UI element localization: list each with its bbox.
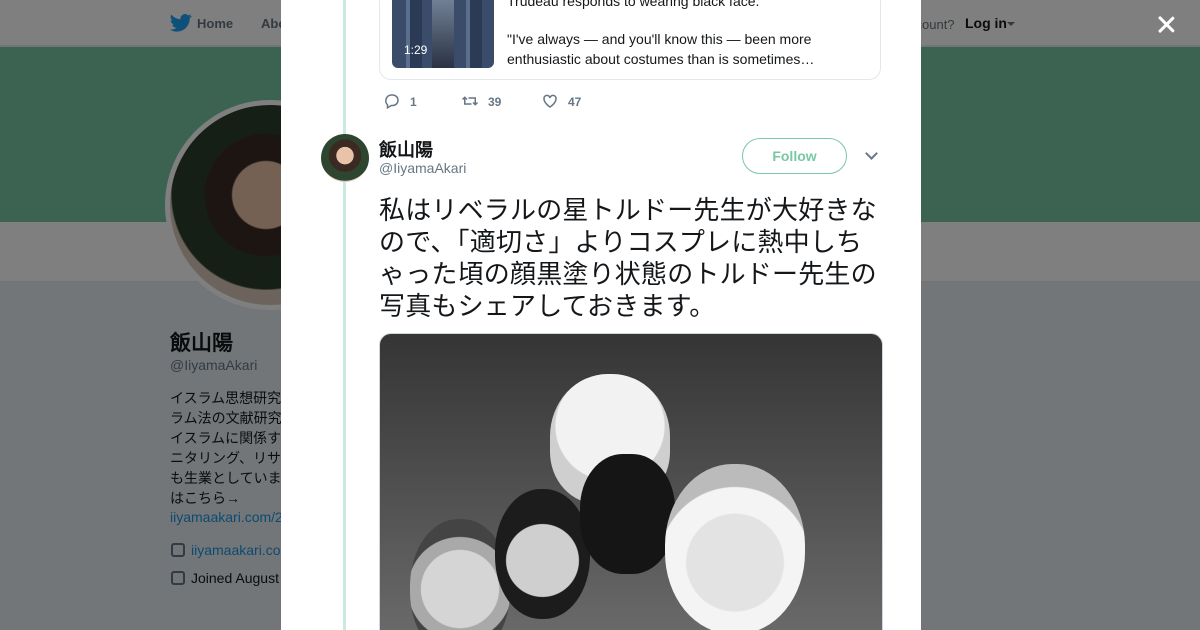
like-count: 47 bbox=[568, 95, 582, 109]
video-duration: 1:29 bbox=[404, 43, 428, 57]
photo-figure bbox=[580, 454, 675, 574]
card-description: "I've always — and you'll know this — be… bbox=[507, 31, 815, 67]
thumbnail-image bbox=[432, 0, 454, 68]
video-card[interactable]: 1:29 Trudeau responds to wearing black f… bbox=[379, 0, 881, 80]
reply-button[interactable]: 1 bbox=[383, 92, 417, 110]
like-button[interactable]: 47 bbox=[541, 92, 581, 110]
photo-figure bbox=[410, 519, 510, 630]
video-thumbnail[interactable]: 1:29 bbox=[392, 0, 494, 68]
retweet-icon bbox=[461, 96, 479, 106]
retweet-button[interactable]: 39 bbox=[461, 92, 501, 110]
reply-count: 1 bbox=[410, 95, 417, 109]
reply-icon bbox=[385, 94, 399, 110]
author-avatar[interactable] bbox=[321, 134, 369, 182]
retweet-count: 39 bbox=[488, 95, 502, 109]
card-title[interactable]: Trudeau responds to wearing black face. bbox=[507, 0, 759, 9]
chevron-down-icon[interactable] bbox=[864, 147, 880, 163]
tweet-photo[interactable] bbox=[379, 333, 883, 630]
author-name[interactable]: 飯山陽 bbox=[379, 136, 433, 162]
author-handle[interactable]: @IiyamaAkari bbox=[379, 160, 466, 176]
heart-icon bbox=[543, 94, 557, 108]
photo-figure bbox=[495, 489, 590, 619]
tweet-text: 私はリベラルの星トルドー先生が大好きなので、「適切さ」よりコスプレに熱中しちゃっ… bbox=[379, 196, 877, 322]
photo-figure bbox=[665, 464, 805, 630]
follow-button[interactable]: Follow bbox=[742, 138, 847, 174]
thread-connector bbox=[343, 0, 346, 630]
close-icon[interactable] bbox=[1151, 10, 1181, 40]
tweet-modal: 1:29 Trudeau responds to wearing black f… bbox=[281, 0, 921, 630]
